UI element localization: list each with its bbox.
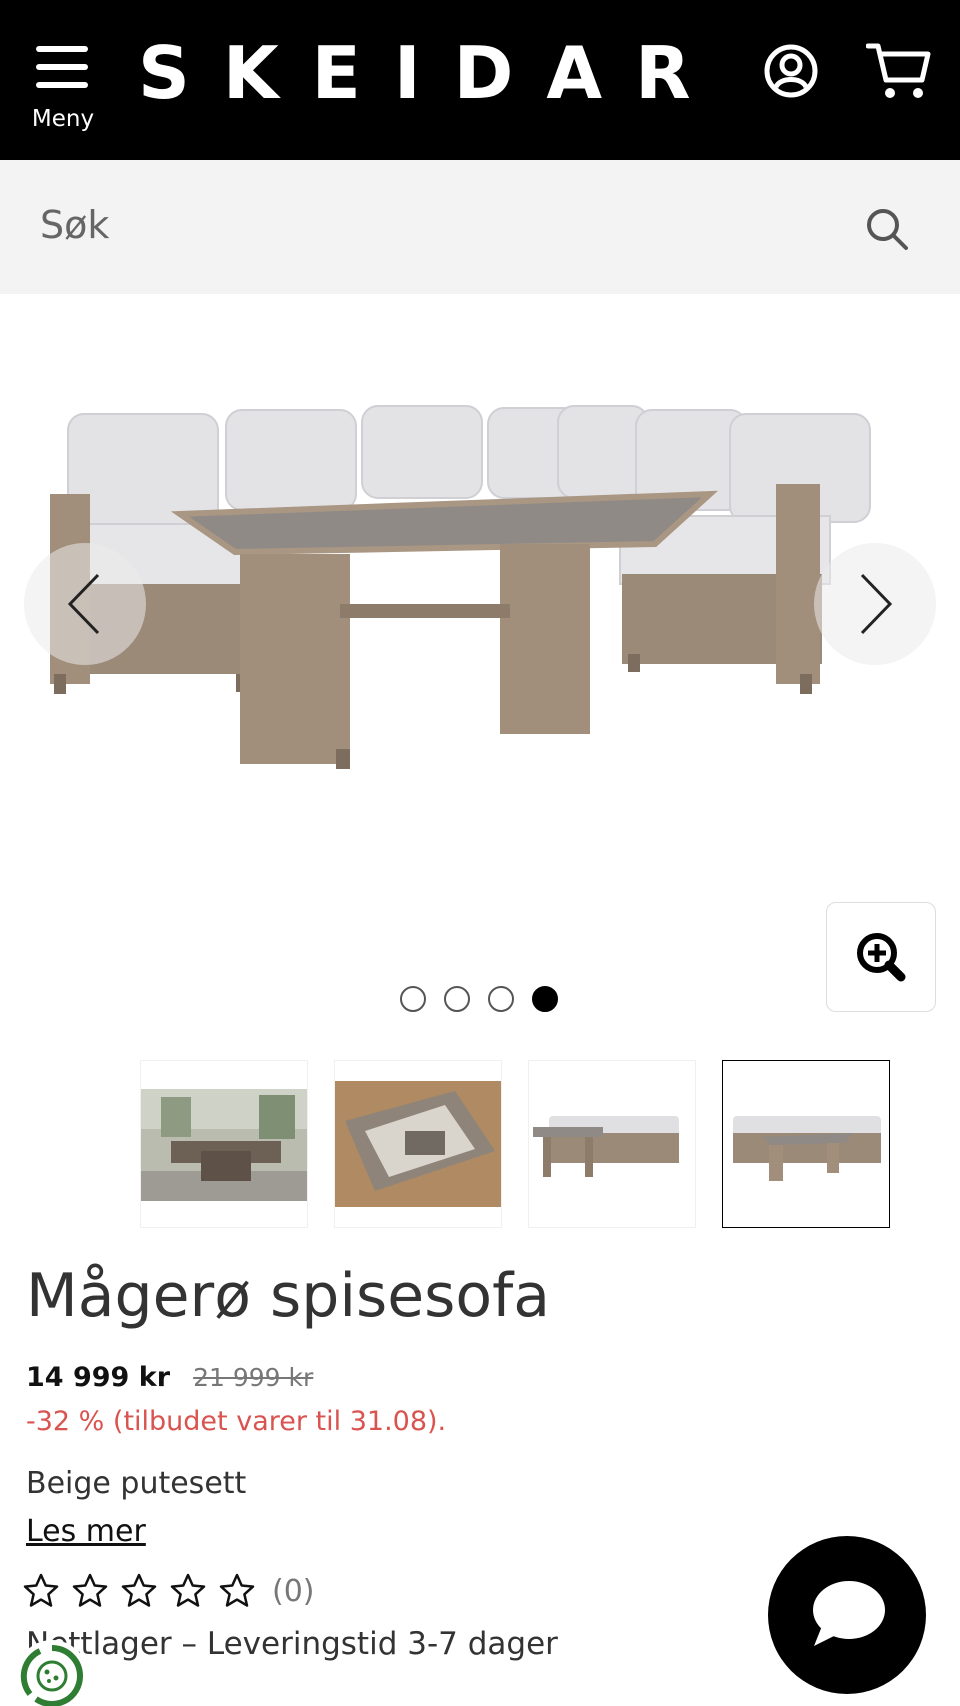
rating-count: (0)	[272, 1574, 315, 1609]
cart-icon[interactable]	[866, 40, 932, 102]
menu-icon	[36, 46, 88, 52]
price-row: 14 999 kr 21 999 kr	[26, 1362, 313, 1398]
chevron-right-icon	[860, 573, 893, 635]
thumbnail-2[interactable]	[334, 1060, 502, 1228]
carousel-dot[interactable]	[444, 986, 470, 1012]
thumbnail-1[interactable]	[140, 1060, 308, 1228]
previous-image-button[interactable]	[24, 543, 146, 665]
chat-button[interactable]	[768, 1536, 926, 1694]
star-empty-icon	[72, 1573, 108, 1607]
next-image-button[interactable]	[814, 543, 936, 665]
product-image[interactable]	[40, 404, 920, 844]
current-price: 14 999 kr	[26, 1362, 171, 1393]
cookie-settings-button[interactable]	[16, 1640, 88, 1706]
account-icon[interactable]	[763, 43, 819, 99]
chat-bubble-icon	[813, 1581, 885, 1646]
menu-icon-bar	[36, 82, 88, 88]
stock-status: Nettlager – Leveringstid 3-7 dager	[26, 1626, 558, 1662]
menu-button[interactable]: Meny	[30, 42, 96, 138]
carousel-dot-active[interactable]	[532, 986, 558, 1012]
carousel-dot[interactable]	[400, 986, 426, 1012]
star-empty-icon	[170, 1573, 206, 1607]
cookie-icon	[20, 1645, 83, 1706]
star-empty-icon	[219, 1573, 255, 1607]
star-empty-icon	[23, 1573, 59, 1607]
search-input[interactable]	[40, 190, 820, 260]
menu-label: Meny	[31, 106, 95, 132]
logo[interactable]: SKEIDAR	[138, 30, 724, 116]
menu-icon-bar	[36, 64, 88, 70]
zoom-button[interactable]	[826, 902, 936, 1012]
search-bar	[0, 160, 960, 294]
carousel-dot[interactable]	[488, 986, 514, 1012]
thumbnail-strip	[140, 1060, 890, 1228]
star-empty-icon	[121, 1573, 157, 1607]
read-more-link[interactable]: Les mer	[26, 1514, 146, 1549]
discount-text: -32 % (tilbudet varer til 31.08).	[26, 1406, 447, 1437]
product-gallery	[0, 294, 960, 1054]
thumbnail-4-selected[interactable]	[722, 1060, 890, 1228]
thumbnail-3[interactable]	[528, 1060, 696, 1228]
chevron-left-icon	[67, 573, 100, 635]
zoom-in-icon	[857, 933, 906, 982]
product-title: Mågerø spisesofa	[26, 1261, 551, 1331]
top-header: Meny SKEIDAR	[0, 0, 960, 160]
original-price: 21 999 kr	[193, 1363, 314, 1392]
search-icon[interactable]	[864, 206, 910, 252]
variant-text: Beige putesett	[26, 1466, 247, 1501]
